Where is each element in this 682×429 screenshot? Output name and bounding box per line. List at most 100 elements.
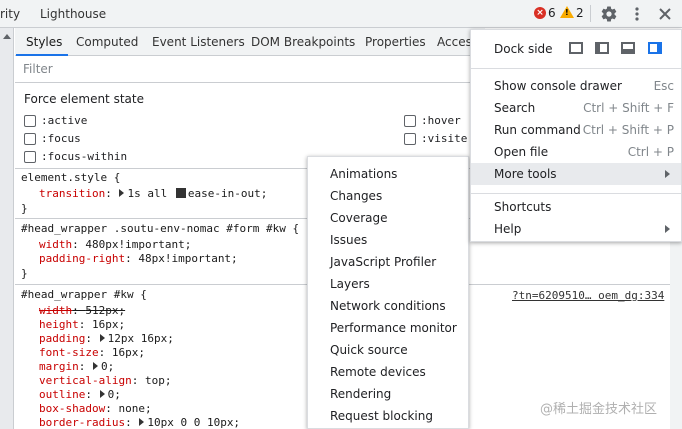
checkbox-hover[interactable] bbox=[404, 115, 416, 127]
property-value[interactable]: 12px 16px; bbox=[108, 332, 174, 345]
declaration-border-radius[interactable]: border-radius: 10px 0 0 10px; bbox=[39, 417, 240, 429]
expand-icon[interactable] bbox=[119, 189, 125, 197]
expand-icon[interactable] bbox=[139, 418, 145, 426]
menu-item-label: Shortcuts bbox=[494, 200, 552, 214]
tab-properties[interactable]: Properties bbox=[365, 35, 426, 49]
dock-right-icon[interactable] bbox=[648, 42, 662, 54]
tab-accessibility[interactable]: Acces bbox=[437, 35, 472, 49]
declaration-vertical-align[interactable]: vertical-align: top; bbox=[39, 375, 171, 387]
gear-icon[interactable] bbox=[600, 5, 618, 23]
property-name[interactable]: padding bbox=[39, 332, 85, 345]
menu-divider bbox=[471, 193, 681, 194]
property-name[interactable]: transition bbox=[39, 187, 105, 200]
menu-item-label: Run command bbox=[494, 123, 581, 137]
rule-selector[interactable]: #head_wrapper #kw { bbox=[21, 289, 147, 301]
declaration-height[interactable]: height: 16px; bbox=[39, 319, 125, 331]
scroll-up-icon[interactable] bbox=[3, 34, 11, 39]
submenu-item-request-blocking[interactable]: Request blocking bbox=[330, 409, 433, 423]
property-name[interactable]: box-shadow bbox=[39, 402, 105, 415]
scrollbar[interactable] bbox=[670, 240, 682, 429]
property-value[interactable]: top; bbox=[145, 374, 172, 387]
kebab-icon[interactable] bbox=[631, 5, 643, 23]
checkbox-visited[interactable] bbox=[404, 133, 416, 145]
submenu-item-coverage[interactable]: Coverage bbox=[330, 211, 388, 225]
easing-swatch-icon[interactable] bbox=[175, 188, 186, 198]
checkbox-focus-within[interactable] bbox=[24, 151, 36, 163]
expand-icon[interactable] bbox=[99, 334, 105, 342]
submenu-item-quick-source[interactable]: Quick source bbox=[330, 343, 408, 357]
dock-bottom-icon[interactable] bbox=[621, 42, 635, 54]
source-link[interactable]: ?tn=6209510… oem_dg:334 bbox=[512, 289, 664, 302]
expand-icon[interactable] bbox=[99, 390, 105, 398]
submenu-item-layers[interactable]: Layers bbox=[330, 277, 370, 291]
declaration-box-shadow[interactable]: box-shadow: none; bbox=[39, 403, 152, 415]
menu-item-run-command[interactable]: Run command Ctrl + Shift + P bbox=[471, 119, 681, 141]
menu-item-label: More tools bbox=[494, 167, 557, 181]
menu-divider bbox=[471, 68, 681, 69]
submenu-item-remote-devices[interactable]: Remote devices bbox=[330, 365, 426, 379]
property-value[interactable]: 48px!important; bbox=[138, 252, 237, 265]
menu-item-shortcuts[interactable]: Shortcuts bbox=[471, 196, 681, 218]
property-value[interactable]: 10px 0 0 10px; bbox=[147, 416, 240, 429]
rule-selector[interactable]: element.style { bbox=[21, 172, 120, 184]
rule-selector[interactable]: #head_wrapper .soutu-env-nomac #form #kw… bbox=[21, 223, 299, 235]
error-count[interactable]: 6 bbox=[548, 6, 556, 20]
tab-dom-breakpoints[interactable]: DOM Breakpoints bbox=[251, 35, 355, 49]
property-name[interactable]: width bbox=[39, 304, 72, 317]
property-value[interactable]: 512px; bbox=[85, 304, 125, 317]
declaration-padding-right[interactable]: padding-right: 48px!important; bbox=[39, 253, 238, 265]
declaration-padding[interactable]: padding: 12px 16px; bbox=[39, 333, 174, 345]
tab-event-listeners[interactable]: Event Listeners bbox=[152, 35, 245, 49]
submenu-item-network-conditions[interactable]: Network conditions bbox=[330, 299, 446, 313]
tab-styles[interactable]: Styles bbox=[26, 35, 62, 49]
undock-icon[interactable] bbox=[569, 42, 583, 54]
property-value[interactable]: 1s all bbox=[127, 187, 167, 200]
property-value[interactable]: 480px!important; bbox=[85, 238, 191, 251]
checkbox-active[interactable] bbox=[24, 115, 36, 127]
tab-computed[interactable]: Computed bbox=[76, 35, 138, 49]
declaration-outline[interactable]: outline: 0; bbox=[39, 389, 121, 401]
property-name[interactable]: border-radius bbox=[39, 416, 125, 429]
property-name[interactable]: height bbox=[39, 318, 79, 331]
filter-input[interactable]: Filter bbox=[23, 62, 53, 76]
property-value[interactable]: 0; bbox=[101, 360, 114, 373]
declaration-transition[interactable]: transition: 1s all ease-in-out; bbox=[39, 188, 267, 200]
label-focus: :focus bbox=[41, 132, 81, 145]
property-value[interactable]: 16px; bbox=[92, 318, 125, 331]
menu-item-more-tools[interactable]: More tools bbox=[471, 163, 681, 185]
warning-count[interactable]: 2 bbox=[576, 6, 584, 20]
property-name[interactable]: margin bbox=[39, 360, 79, 373]
submenu-item-changes[interactable]: Changes bbox=[330, 189, 382, 203]
property-name[interactable]: vertical-align bbox=[39, 374, 132, 387]
declaration-width[interactable]: width: 480px!important; bbox=[39, 239, 191, 251]
property-name[interactable]: font-size bbox=[39, 346, 99, 359]
dock-left-icon[interactable] bbox=[595, 42, 609, 54]
property-value[interactable]: ease-in-out; bbox=[188, 187, 267, 200]
submenu-item-javascript-profiler[interactable]: JavaScript Profiler bbox=[330, 255, 436, 269]
property-value[interactable]: none; bbox=[118, 402, 151, 415]
expand-icon[interactable] bbox=[93, 362, 98, 370]
property-name[interactable]: outline bbox=[39, 388, 85, 401]
submenu-item-rendering[interactable]: Rendering bbox=[330, 387, 391, 401]
menu-item-open-file[interactable]: Open file Ctrl + P bbox=[471, 141, 681, 163]
menu-item-show-console-drawer[interactable]: Show console drawer Esc bbox=[471, 75, 681, 97]
menu-item-help[interactable]: Help bbox=[471, 218, 681, 240]
menu-item-shortcut: Ctrl + Shift + F bbox=[583, 101, 674, 115]
tab-lighthouse[interactable]: Lighthouse bbox=[40, 7, 106, 21]
submenu-item-animations[interactable]: Animations bbox=[330, 167, 397, 181]
submenu-item-performance-monitor[interactable]: Performance monitor bbox=[330, 321, 457, 335]
tab-security[interactable]: rity bbox=[0, 7, 20, 21]
menu-item-search[interactable]: Search Ctrl + Shift + F bbox=[471, 97, 681, 119]
property-name[interactable]: padding-right bbox=[39, 252, 125, 265]
declaration-width[interactable]: width: 512px; bbox=[39, 305, 125, 317]
close-icon[interactable] bbox=[657, 5, 673, 23]
declaration-margin[interactable]: margin: 0; bbox=[39, 361, 114, 373]
property-name[interactable]: width bbox=[39, 238, 72, 251]
error-icon[interactable]: × bbox=[534, 7, 546, 19]
submenu-arrow-icon bbox=[665, 170, 670, 178]
declaration-font-size[interactable]: font-size: 16px; bbox=[39, 347, 145, 359]
checkbox-focus[interactable] bbox=[24, 133, 36, 145]
property-value[interactable]: 0; bbox=[108, 388, 121, 401]
property-value[interactable]: 16px; bbox=[112, 346, 145, 359]
submenu-item-issues[interactable]: Issues bbox=[330, 233, 367, 247]
